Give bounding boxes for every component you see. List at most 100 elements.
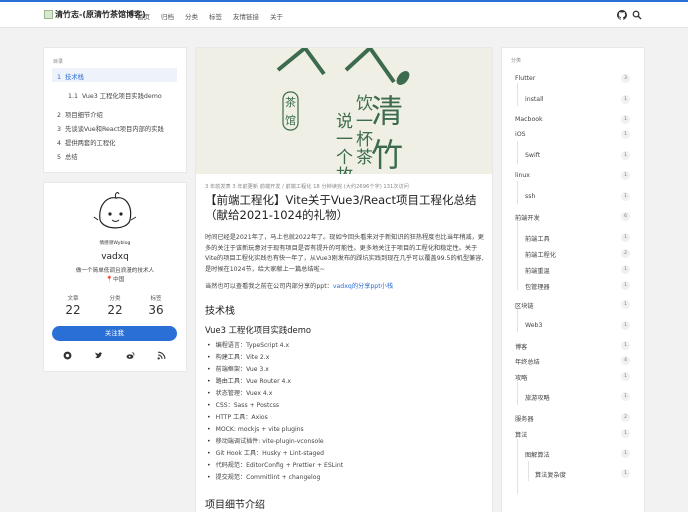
tree-line [517, 181, 518, 204]
profile-bio: 做一个简单低调且浪漫的技术人 [75, 268, 155, 274]
category-count-badge: 1 [621, 469, 630, 478]
hero-illustration: 茶 馆 饮一杯茶 说一个故事 清 竹 [276, 48, 410, 174]
list-item: 状态管理：Vuex 4.x [207, 388, 343, 400]
category-item[interactable]: linux [515, 172, 530, 179]
nav-links[interactable]: 友情链接 [233, 11, 259, 21]
category-item[interactable]: install [525, 96, 544, 103]
tree-line [517, 439, 518, 494]
stat-value-tags[interactable]: 36 [141, 303, 171, 317]
avatar-caption: 情感领Wyblog [99, 241, 131, 246]
category-count-badge: 1 [621, 115, 630, 124]
list-item: HTTP 工具：Axios [207, 412, 343, 424]
category-count-badge: 4 [621, 356, 630, 365]
category-count-badge: 2 [621, 249, 630, 258]
hero-text-guan: 馆 [285, 113, 296, 127]
weibo-icon[interactable] [126, 351, 135, 360]
tree-line [517, 141, 518, 164]
list-item: 路由工具：Vue Router 4.x [207, 376, 343, 388]
category-count-badge: 1 [621, 449, 630, 458]
category-item[interactable]: 年终总结 [515, 357, 540, 366]
list-item: CSS：Sass + Postcss [207, 400, 343, 412]
category-count-badge: 1 [621, 151, 630, 160]
tree-line [517, 382, 518, 405]
nav-tags[interactable]: 标签 [209, 11, 222, 21]
category-item[interactable]: 区块链 [515, 301, 534, 310]
category-item[interactable]: 算法 [515, 430, 527, 439]
category-count-badge: 1 [621, 281, 630, 290]
profile-name: vadxq [101, 252, 129, 262]
category-count-badge: 2 [621, 413, 630, 422]
list-item: 前端框架：Vue 3.x [207, 364, 343, 376]
category-count-badge: 1 [621, 300, 630, 309]
nav-home[interactable]: 首页 [137, 11, 150, 21]
category-item[interactable]: 前端重温 [525, 266, 550, 275]
category-item[interactable]: 前端工具 [525, 234, 550, 243]
toc-item[interactable]: 1 技术栈 [57, 72, 84, 81]
tree-line [517, 83, 518, 106]
category-item[interactable]: Macbook [515, 116, 543, 123]
navbar: 清竹志-(原清竹茶馆博客) 首页 归档 分类 标签 友情链接 关于 [0, 2, 688, 28]
category-item[interactable]: 图解算法 [525, 450, 550, 459]
stat-label-posts: 文章 [67, 296, 79, 302]
category-count-badge: 1 [621, 429, 630, 438]
list-item: Git Hook 工具：Husky + Lint-staged [207, 448, 343, 460]
category-item[interactable]: Web3 [525, 322, 542, 329]
category-item[interactable]: ssh [525, 193, 535, 200]
toc-item[interactable]: 4 提供两套的工程化 [57, 138, 115, 147]
category-count-badge: 1 [621, 95, 630, 104]
follow-button[interactable]: 关注我 [52, 326, 177, 341]
hero-text-cha: 茶 [285, 96, 296, 109]
category-item[interactable]: 攻略 [515, 373, 527, 382]
toc-item[interactable]: 5 总结 [57, 152, 78, 161]
list-item: 移动端调试插件: vite-plugin-vconsole [207, 436, 343, 448]
category-count-badge: 3 [621, 74, 630, 83]
category-item[interactable]: 旅游攻略 [525, 393, 550, 402]
category-count-badge: 1 [621, 192, 630, 201]
nav-categories[interactable]: 分类 [185, 11, 198, 21]
stat-value-categories[interactable]: 22 [100, 303, 130, 317]
share-line: 当然也可以查看我之前在公司内部分享的ppt：vadxq的分享ppt小栈 [205, 283, 394, 290]
post-intro: 时间已经是2021年了，马上也就2022年了。现如今回头看来对于新知识的狂热程度… [205, 234, 484, 273]
category-count-badge: 6 [621, 212, 630, 221]
hero-col1: 饮一杯茶 [352, 94, 373, 166]
hero-col2: 说一个故事 [332, 112, 353, 174]
category-item[interactable]: 包管理器 [525, 282, 550, 291]
toc-item[interactable]: 1.1 Vue3 工程化项目实践demo [68, 91, 162, 100]
stat-label-tags: 标签 [150, 296, 162, 302]
share-ppt-link[interactable]: vadxq的分享ppt小栈 [333, 283, 393, 290]
toc-item[interactable]: 3 先谈谈Vue和React项目内部的实践 [57, 124, 164, 133]
github-icon[interactable] [63, 351, 72, 360]
rss-icon[interactable] [157, 351, 166, 360]
tree-line [517, 222, 518, 290]
toc-item[interactable]: 2 项目细节介绍 [57, 110, 103, 119]
stat-value-posts[interactable]: 22 [58, 303, 88, 317]
category-item[interactable]: 博客 [515, 342, 527, 351]
post-meta: 3 年前发表 3 年前更新 前端开发 / 前端工程化 18 分钟读完 (大约26… [205, 184, 409, 190]
list-item: 代码规范：EditorConfig + Prettier + ESLint [207, 460, 344, 472]
list-item: 构建工具：Vite 2.x [207, 352, 343, 364]
category-item[interactable]: iOS [515, 131, 526, 138]
post-title: 【前端工程化】Vite关于Vue3/React项目工程化总结（献给2021-10… [205, 193, 477, 222]
github-icon[interactable] [617, 10, 627, 20]
heading-project-detail: 项目细节介绍 [205, 500, 265, 511]
category-count-badge: 1 [621, 233, 630, 242]
avatar[interactable] [92, 190, 138, 240]
category-count-badge: 1 [621, 392, 630, 401]
site-logo[interactable] [44, 10, 53, 19]
category-item[interactable]: 服务器 [515, 414, 534, 423]
category-count-badge: 1 [621, 341, 630, 350]
nav-archive[interactable]: 归档 [161, 11, 174, 21]
category-item[interactable]: 前端开发 [515, 213, 540, 222]
category-item[interactable]: Flutter [515, 75, 535, 82]
hero-image[interactable]: 茶 馆 饮一杯茶 说一个故事 清 竹 [196, 48, 492, 174]
category-count-badge: 1 [621, 130, 630, 139]
category-item[interactable]: 前端工程化 [525, 250, 556, 259]
category-item[interactable]: 算法复杂度 [535, 470, 566, 479]
list-item: MOCK: mockjs + vite plugins [207, 424, 343, 436]
tree-line [517, 309, 518, 332]
nav-about[interactable]: 关于 [270, 11, 283, 21]
site-title[interactable]: 清竹志-(原清竹茶馆博客) [55, 9, 146, 20]
search-icon[interactable] [632, 10, 642, 20]
category-item[interactable]: Swift [525, 152, 540, 159]
twitter-icon[interactable] [94, 351, 103, 360]
